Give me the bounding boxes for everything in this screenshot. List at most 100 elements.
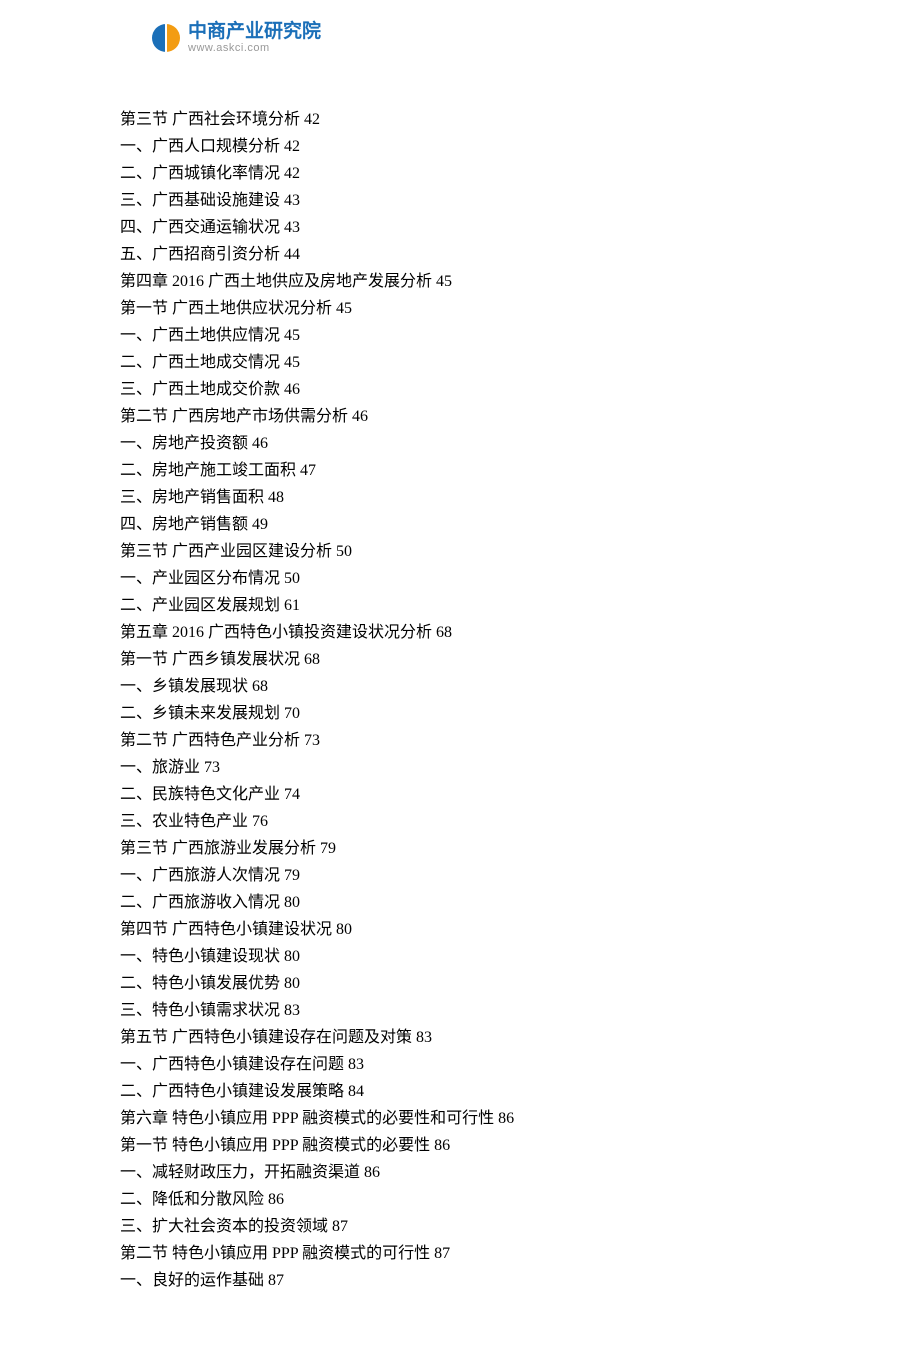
toc-entry-page: 86: [498, 1110, 514, 1127]
toc-entry-text: 一、房地产投资额: [120, 435, 248, 452]
toc-entry-text: 五、广西招商引资分析: [120, 246, 280, 263]
toc-entry-text: 一、特色小镇建设现状: [120, 948, 280, 965]
toc-entry-page: 45: [284, 327, 300, 344]
toc-entry-page: 44: [284, 246, 300, 263]
toc-entry-page: 45: [284, 354, 300, 371]
toc-entry-page: 76: [252, 813, 268, 830]
toc-entry-text: 二、乡镇未来发展规划: [120, 705, 280, 722]
toc-entry: 第二节 特色小镇应用 PPP 融资模式的可行性87: [120, 1240, 920, 1267]
toc-entry: 三、特色小镇需求状况83: [120, 997, 920, 1024]
toc-entry-text: 一、乡镇发展现状: [120, 678, 248, 695]
toc-entry-page: 86: [434, 1137, 450, 1154]
toc-entry: 第六章 特色小镇应用 PPP 融资模式的必要性和可行性86: [120, 1105, 920, 1132]
toc-entry: 第一节 特色小镇应用 PPP 融资模式的必要性86: [120, 1132, 920, 1159]
toc-entry: 二、民族特色文化产业74: [120, 781, 920, 808]
toc-entry-page: 45: [336, 300, 352, 317]
toc-entry-page: 80: [284, 948, 300, 965]
toc-entry-page: 46: [284, 381, 300, 398]
toc-entry-text: 第四章 2016 广西土地供应及房地产发展分析: [120, 273, 432, 290]
toc-entry-text: 第二节 特色小镇应用 PPP 融资模式的可行性: [120, 1245, 430, 1262]
toc-entry: 一、旅游业73: [120, 754, 920, 781]
toc-entry-page: 87: [332, 1218, 348, 1235]
toc-entry-page: 73: [204, 759, 220, 776]
toc-entry: 四、房地产销售额49: [120, 511, 920, 538]
toc-entry-text: 一、广西人口规模分析: [120, 138, 280, 155]
toc-entry: 三、扩大社会资本的投资领域87: [120, 1213, 920, 1240]
toc-entry: 二、降低和分散风险86: [120, 1186, 920, 1213]
toc-entry: 一、减轻财政压力，开拓融资渠道86: [120, 1159, 920, 1186]
table-of-contents: 第三节 广西社会环境分析42一、广西人口规模分析42二、广西城镇化率情况42三、…: [120, 106, 920, 1294]
toc-entry-text: 一、广西旅游人次情况: [120, 867, 280, 884]
toc-entry-page: 68: [304, 651, 320, 668]
toc-entry-text: 一、旅游业: [120, 759, 200, 776]
toc-entry: 一、产业园区分布情况50: [120, 565, 920, 592]
toc-entry-text: 第四节 广西特色小镇建设状况: [120, 921, 332, 938]
toc-entry-text: 四、房地产销售额: [120, 516, 248, 533]
logo-icon: [148, 20, 184, 56]
toc-entry-page: 79: [320, 840, 336, 857]
toc-entry-page: 79: [284, 867, 300, 884]
toc-entry-page: 50: [336, 543, 352, 560]
toc-entry-page: 61: [284, 597, 300, 614]
toc-entry: 第二节 广西特色产业分析73: [120, 727, 920, 754]
toc-entry-text: 第二节 广西房地产市场供需分析: [120, 408, 348, 425]
toc-entry-page: 49: [252, 516, 268, 533]
toc-entry: 第三节 广西旅游业发展分析79: [120, 835, 920, 862]
toc-entry-text: 二、降低和分散风险: [120, 1191, 264, 1208]
toc-entry-text: 一、广西特色小镇建设存在问题: [120, 1056, 344, 1073]
toc-entry-text: 第三节 广西旅游业发展分析: [120, 840, 316, 857]
toc-entry: 一、广西特色小镇建设存在问题83: [120, 1051, 920, 1078]
toc-entry: 二、广西旅游收入情况80: [120, 889, 920, 916]
toc-entry-text: 二、广西土地成交情况: [120, 354, 280, 371]
toc-entry: 一、广西人口规模分析42: [120, 133, 920, 160]
toc-entry-text: 一、广西土地供应情况: [120, 327, 280, 344]
toc-entry-text: 第三节 广西社会环境分析: [120, 111, 300, 128]
toc-entry: 第五章 2016 广西特色小镇投资建设状况分析68: [120, 619, 920, 646]
toc-entry: 第五节 广西特色小镇建设存在问题及对策83: [120, 1024, 920, 1051]
toc-entry-text: 三、农业特色产业: [120, 813, 248, 830]
toc-entry: 一、良好的运作基础87: [120, 1267, 920, 1294]
toc-entry-page: 48: [268, 489, 284, 506]
toc-entry-page: 42: [284, 138, 300, 155]
toc-entry-text: 一、产业园区分布情况: [120, 570, 280, 587]
toc-entry-page: 80: [284, 975, 300, 992]
toc-entry-text: 三、广西基础设施建设: [120, 192, 280, 209]
toc-entry: 第二节 广西房地产市场供需分析46: [120, 403, 920, 430]
toc-entry-text: 第一节 广西土地供应状况分析: [120, 300, 332, 317]
toc-entry-page: 87: [268, 1272, 284, 1289]
toc-entry-text: 第二节 广西特色产业分析: [120, 732, 300, 749]
toc-entry-page: 68: [252, 678, 268, 695]
toc-entry-page: 83: [416, 1029, 432, 1046]
toc-entry: 二、特色小镇发展优势80: [120, 970, 920, 997]
toc-entry-page: 80: [284, 894, 300, 911]
logo: 中商产业研究院 www.askci.com: [148, 20, 920, 56]
toc-entry-text: 第一节 广西乡镇发展状况: [120, 651, 300, 668]
toc-entry: 二、产业园区发展规划61: [120, 592, 920, 619]
toc-entry-page: 43: [284, 219, 300, 236]
toc-entry-page: 68: [436, 624, 452, 641]
toc-entry-text: 三、特色小镇需求状况: [120, 1002, 280, 1019]
toc-entry-page: 42: [284, 165, 300, 182]
toc-entry-page: 45: [436, 273, 452, 290]
toc-entry-page: 43: [284, 192, 300, 209]
toc-entry-page: 84: [348, 1083, 364, 1100]
toc-entry-page: 80: [336, 921, 352, 938]
toc-entry: 第三节 广西产业园区建设分析50: [120, 538, 920, 565]
toc-entry-text: 四、广西交通运输状况: [120, 219, 280, 236]
toc-entry-page: 74: [284, 786, 300, 803]
toc-entry: 二、房地产施工竣工面积47: [120, 457, 920, 484]
toc-entry: 第四章 2016 广西土地供应及房地产发展分析45: [120, 268, 920, 295]
toc-entry-page: 47: [300, 462, 316, 479]
toc-entry-text: 二、广西旅游收入情况: [120, 894, 280, 911]
toc-entry: 一、广西土地供应情况45: [120, 322, 920, 349]
toc-entry-page: 86: [268, 1191, 284, 1208]
toc-entry-text: 一、减轻财政压力，开拓融资渠道: [120, 1164, 360, 1181]
toc-entry-page: 42: [304, 111, 320, 128]
toc-entry-text: 二、房地产施工竣工面积: [120, 462, 296, 479]
toc-entry: 三、房地产销售面积48: [120, 484, 920, 511]
toc-entry-text: 第六章 特色小镇应用 PPP 融资模式的必要性和可行性: [120, 1110, 494, 1127]
toc-entry-text: 一、良好的运作基础: [120, 1272, 264, 1289]
toc-entry-text: 第五章 2016 广西特色小镇投资建设状况分析: [120, 624, 432, 641]
toc-entry-page: 73: [304, 732, 320, 749]
toc-entry: 第四节 广西特色小镇建设状况80: [120, 916, 920, 943]
